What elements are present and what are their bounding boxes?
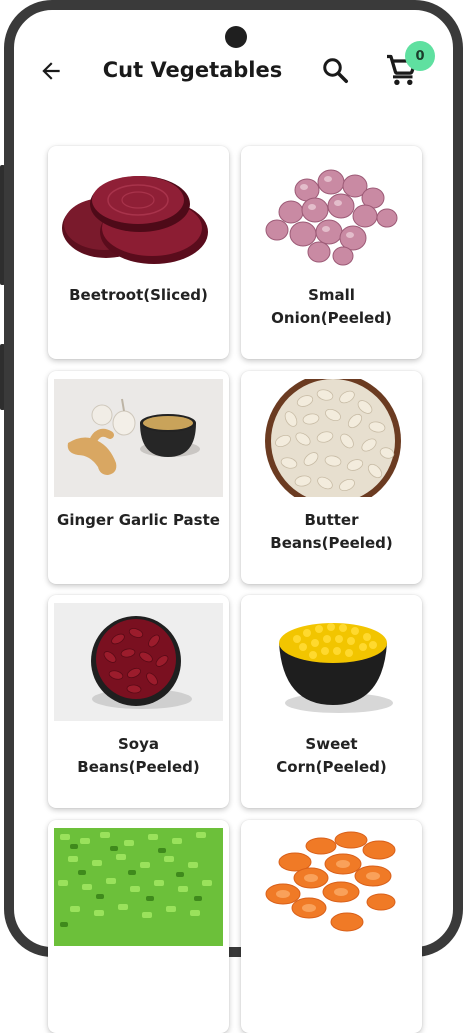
butter-beans-image xyxy=(265,379,401,497)
product-card[interactable]: Butter Beans(Peeled) xyxy=(241,371,422,584)
beetroot-image xyxy=(62,176,208,264)
sliced-carrot-image xyxy=(265,831,396,932)
product-name: Ginger Garlic Paste xyxy=(57,511,220,529)
product-card[interactable] xyxy=(48,820,229,1033)
page-title: Cut Vegetables xyxy=(102,58,283,82)
ginger-garlic-image xyxy=(54,379,223,497)
search-icon xyxy=(323,58,348,83)
product-card[interactable]: Beetroot(Sliced) xyxy=(48,146,229,359)
product-name: Sweet Corn(Peeled) xyxy=(276,735,387,776)
sweet-corn-image xyxy=(279,623,393,713)
product-name: Soya Beans(Peeled) xyxy=(77,735,200,776)
small-onion-image xyxy=(265,169,398,266)
product-name: Beetroot(Sliced) xyxy=(69,286,208,304)
product-card[interactable] xyxy=(241,820,422,1033)
product-card[interactable]: Sweet Corn(Peeled) xyxy=(241,595,422,808)
product-card[interactable]: Ginger Garlic Paste xyxy=(48,371,229,584)
arrow-left-icon xyxy=(42,62,60,80)
product-name: Small Onion(Peeled) xyxy=(271,286,392,327)
search-button[interactable] xyxy=(318,53,352,87)
app-header: Cut Vegetables 0 xyxy=(0,0,467,130)
product-card[interactable]: Soya Beans(Peeled) xyxy=(48,595,229,808)
cart-count-badge: 0 xyxy=(405,41,435,71)
back-button[interactable] xyxy=(36,56,66,86)
soya-beans-image xyxy=(54,603,223,721)
chopped-green-beans-image xyxy=(54,828,223,946)
product-name: Butter Beans(Peeled) xyxy=(270,511,393,552)
product-card[interactable]: Small Onion(Peeled) xyxy=(241,146,422,359)
